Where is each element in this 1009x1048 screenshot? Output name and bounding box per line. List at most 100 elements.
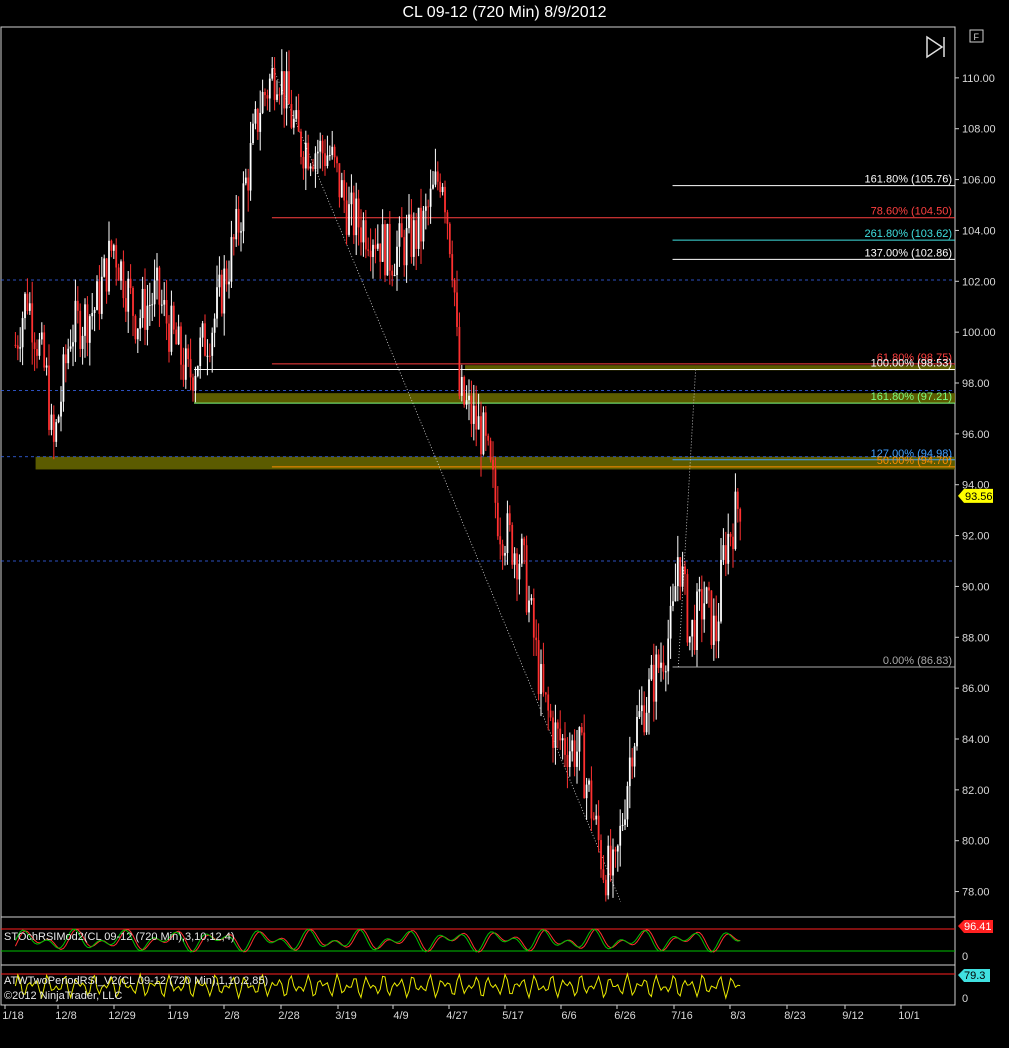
price-tick-label: 104.00 xyxy=(962,225,996,237)
time-tick-label: 12/29 xyxy=(108,1010,136,1022)
rsi-last-value-tag: 79.3 xyxy=(958,969,990,982)
candle-body xyxy=(477,416,480,430)
candle-body xyxy=(460,376,463,396)
candle-body xyxy=(412,220,415,257)
candle-body xyxy=(525,545,528,613)
candle-body xyxy=(446,212,449,224)
candle-body xyxy=(134,315,137,340)
candle-body xyxy=(458,326,461,396)
candle-body xyxy=(559,728,562,741)
candle-body xyxy=(182,364,185,380)
price-tick-label: 90.00 xyxy=(962,581,990,593)
candle-body xyxy=(79,310,82,349)
price-tick-label: 102.00 xyxy=(962,276,996,288)
candle-body xyxy=(280,71,283,95)
candle-body xyxy=(604,879,607,896)
candle-body xyxy=(50,414,53,430)
candle-body xyxy=(295,110,298,119)
candle-body xyxy=(16,345,19,349)
time-tick-label: 1/18 xyxy=(2,1010,23,1022)
candle-body xyxy=(129,278,132,288)
candle-body xyxy=(523,538,526,546)
candle-body xyxy=(616,845,619,852)
candle-body xyxy=(132,287,134,316)
candle-body xyxy=(88,316,91,343)
candle-body xyxy=(393,275,396,277)
candle-body xyxy=(410,214,413,257)
candle-body xyxy=(614,849,617,852)
time-tick-label: 8/3 xyxy=(730,1010,745,1022)
candle-body xyxy=(204,323,206,356)
candle-body xyxy=(676,557,679,587)
candle-body xyxy=(720,559,722,622)
candle-body xyxy=(585,784,588,799)
price-tick-label: 86.00 xyxy=(962,683,990,695)
candle-body xyxy=(489,440,492,460)
candle-body xyxy=(638,711,641,717)
candle-body xyxy=(115,245,118,268)
candle-body xyxy=(307,142,310,169)
candle-body xyxy=(640,705,643,712)
candles-layer xyxy=(14,49,742,902)
candle-body xyxy=(400,223,403,238)
candle-body xyxy=(679,557,682,587)
candle-body xyxy=(228,281,230,285)
candle-body xyxy=(297,110,300,132)
candle-body xyxy=(672,601,674,606)
candle-body xyxy=(444,186,446,213)
candle-body xyxy=(660,662,662,668)
candle-body xyxy=(156,267,158,281)
price-tick-label: 92.00 xyxy=(962,531,990,543)
candle-body xyxy=(328,155,331,157)
candle-body xyxy=(160,304,163,306)
candle-body xyxy=(26,293,29,311)
candle-body xyxy=(211,332,214,356)
candle-body xyxy=(463,376,466,405)
candle-body xyxy=(734,491,737,550)
candle-body xyxy=(384,224,386,276)
price-tick-label: 108.00 xyxy=(962,124,996,136)
candle-body xyxy=(338,163,341,198)
candle-body xyxy=(31,303,34,343)
skip-forward-icon[interactable] xyxy=(926,35,945,59)
candle-body xyxy=(600,840,602,870)
candle-body xyxy=(448,223,451,255)
price-chart[interactable]: 161.80% (105.76) 78.60% (104.50) 261.80% (… xyxy=(0,0,1009,1048)
candle-body xyxy=(148,304,151,306)
f-button[interactable]: F xyxy=(974,32,980,42)
copyright-text: ©2012 NinjaTrader, LLC xyxy=(4,990,122,1002)
fib-level-label: 161.80% (97.21) xyxy=(871,391,952,403)
candle-body xyxy=(504,553,506,556)
candle-body xyxy=(655,654,658,702)
candle-body xyxy=(480,416,482,455)
candle-body xyxy=(564,738,566,755)
candle-body xyxy=(52,414,55,442)
candle-body xyxy=(453,279,456,293)
stoch-zero-label: 0 xyxy=(962,951,968,963)
candle-body xyxy=(350,192,353,205)
candle-body xyxy=(554,722,557,748)
candle-body xyxy=(57,416,60,423)
candle-body xyxy=(381,224,384,262)
time-tick-label: 1/19 xyxy=(167,1010,188,1022)
candle-body xyxy=(120,261,122,281)
candle-body xyxy=(532,598,535,638)
candle-body xyxy=(283,71,286,109)
candle-body xyxy=(62,354,65,402)
candle-body xyxy=(597,815,600,841)
candle-body xyxy=(235,208,238,240)
candle-body xyxy=(681,566,684,587)
candle-body xyxy=(516,553,518,580)
candle-body xyxy=(302,156,305,169)
candle-body xyxy=(451,254,454,280)
candle-body xyxy=(432,184,434,189)
candle-body xyxy=(285,71,288,109)
time-tick-label: 12/8 xyxy=(55,1010,76,1022)
candle-body xyxy=(484,412,487,436)
candle-body xyxy=(139,318,142,329)
candle-body xyxy=(595,815,598,820)
price-tick-label: 110.00 xyxy=(962,73,995,85)
candle-body xyxy=(158,267,161,305)
candle-body xyxy=(456,292,458,327)
candle-body xyxy=(424,206,427,211)
